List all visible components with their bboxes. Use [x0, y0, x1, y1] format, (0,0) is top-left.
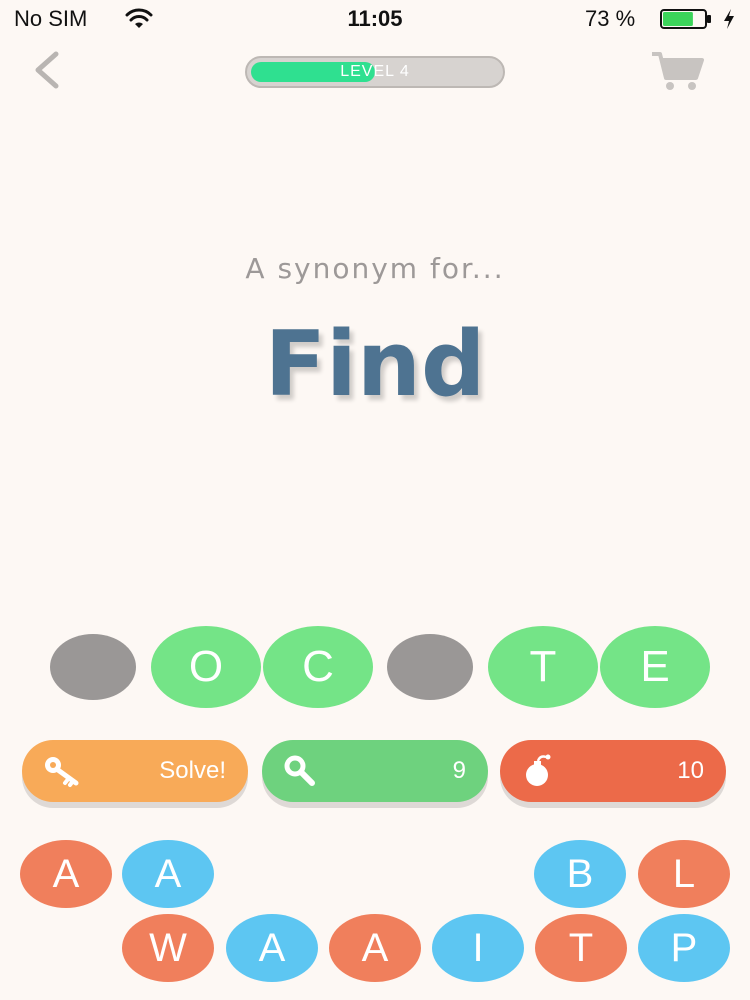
shopping-cart-icon[interactable]: [650, 50, 706, 92]
level-progress-bar: LEVEL 4: [245, 56, 505, 88]
bomb-button[interactable]: 10: [500, 740, 726, 802]
bomb-count: 10: [677, 757, 704, 784]
reveal-letter-button[interactable]: 9: [262, 740, 488, 802]
level-label: LEVEL 4: [340, 63, 410, 80]
letter-tile[interactable]: A: [122, 840, 214, 908]
letter-tile[interactable]: A: [329, 914, 421, 982]
answer-slot-4[interactable]: [387, 634, 473, 700]
answer-slot-1[interactable]: [50, 634, 136, 700]
back-chevron-icon[interactable]: [28, 48, 68, 92]
solve-button[interactable]: Solve!: [22, 740, 248, 802]
answer-slot-5[interactable]: T: [488, 626, 598, 708]
letter-tile[interactable]: I: [432, 914, 524, 982]
key-icon: [45, 757, 79, 787]
clue-prompt: A synonym for...: [245, 252, 505, 285]
battery-fill: [663, 12, 693, 26]
letter-tile[interactable]: A: [20, 840, 112, 908]
clue-word: Find: [264, 312, 486, 417]
letter-tile[interactable]: W: [122, 914, 214, 982]
answer-slot-2[interactable]: O: [151, 626, 261, 708]
answer-slot-6[interactable]: E: [600, 626, 710, 708]
letter-tile[interactable]: A: [226, 914, 318, 982]
answer-slot-3[interactable]: C: [263, 626, 373, 708]
letter-tile[interactable]: B: [534, 840, 626, 908]
letter-tile[interactable]: P: [638, 914, 730, 982]
clock: 11:05: [347, 6, 403, 31]
battery-percent: 73 %: [585, 6, 636, 31]
reveal-count: 9: [452, 757, 466, 784]
letter-tile[interactable]: L: [638, 840, 730, 908]
battery-icon: [660, 9, 711, 29]
magnifier-icon: [284, 755, 315, 786]
solve-label: Solve!: [159, 757, 226, 784]
letter-tile[interactable]: T: [535, 914, 627, 982]
charging-bolt-icon: [724, 9, 734, 29]
bomb-icon: [526, 754, 551, 786]
status-bar: No SIM 11:05 73 %: [0, 0, 750, 36]
